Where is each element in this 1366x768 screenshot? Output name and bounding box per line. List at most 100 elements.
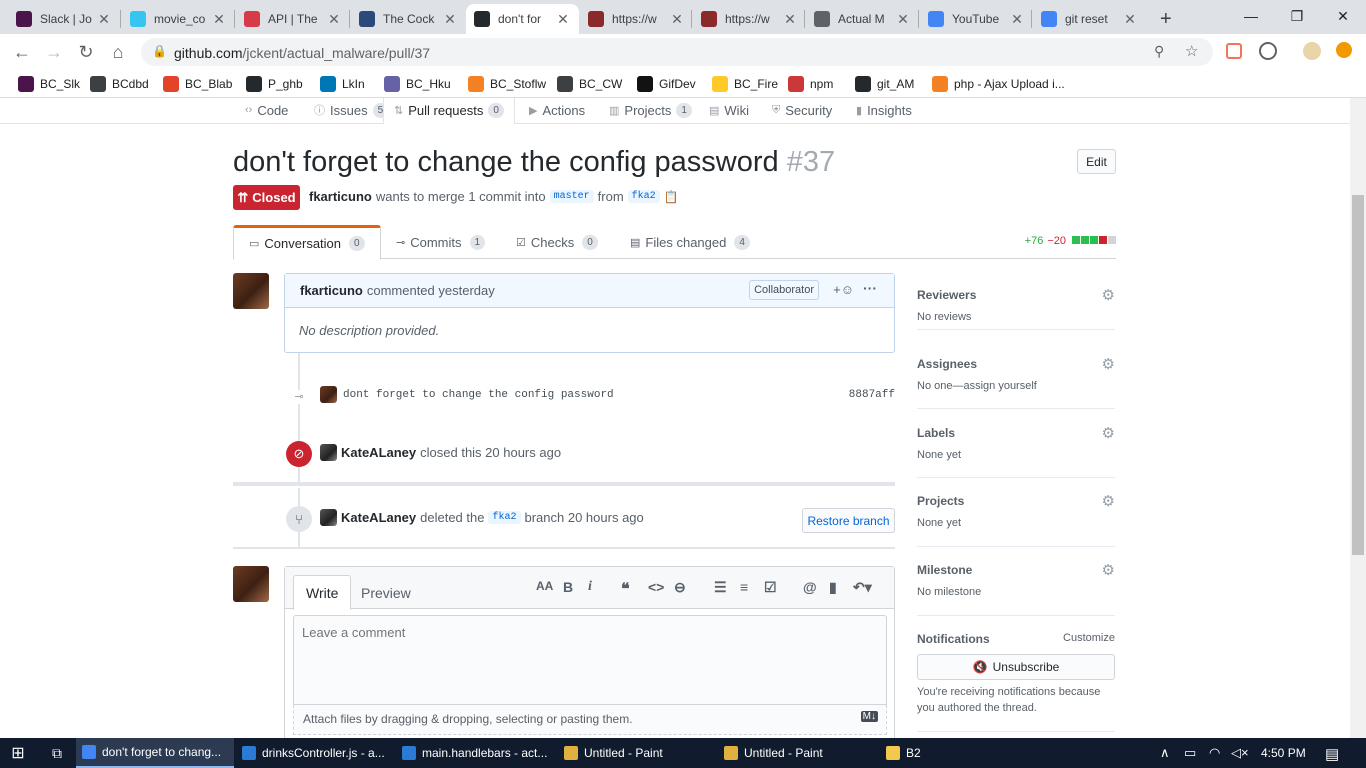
- close-tab-icon[interactable]: ✕: [782, 11, 798, 28]
- bookmark-item[interactable]: BCdbd: [90, 76, 149, 92]
- projects-heading[interactable]: Projects: [917, 494, 964, 508]
- task-list-icon[interactable]: ☑: [764, 579, 777, 596]
- bookmark-item[interactable]: BC_Hku: [384, 76, 451, 92]
- bookmark-item[interactable]: php - Ajax Upload i...: [932, 76, 1065, 92]
- avatar[interactable]: [233, 566, 269, 602]
- tab-8[interactable]: YouTube ✕: [920, 4, 1033, 34]
- bookmark-item[interactable]: GifDev: [637, 76, 696, 92]
- reload-button[interactable]: ↻: [73, 39, 99, 65]
- gear-icon[interactable]: ⚙: [1102, 286, 1115, 304]
- bookmark-item[interactable]: BC_CW: [557, 76, 622, 92]
- pr-tab[interactable]: ⊸ Commits 1: [396, 235, 486, 250]
- bookmark-item[interactable]: BC_Fire: [712, 76, 778, 92]
- tray-chevron-icon[interactable]: ∧: [1160, 745, 1170, 761]
- close-tab-icon[interactable]: ✕: [326, 11, 342, 28]
- repo-nav-item[interactable]: ▥ Projects 1: [609, 100, 692, 120]
- head-branch[interactable]: fka2: [627, 190, 660, 203]
- notifications-icon[interactable]: ▤: [1325, 745, 1339, 763]
- windows-start-icon[interactable]: ⊞: [0, 738, 36, 768]
- pr-tab[interactable]: ▤ Files changed 4: [630, 235, 750, 250]
- taskbar-item[interactable]: Untitled - Paint: [558, 738, 718, 768]
- page-scrollbar[interactable]: [1350, 98, 1366, 738]
- heading-icon[interactable]: AA: [536, 579, 553, 593]
- update-icon[interactable]: [1336, 42, 1352, 58]
- unsubscribe-button[interactable]: 🔇 Unsubscribe: [917, 654, 1115, 680]
- extension-icon-2[interactable]: [1259, 42, 1277, 60]
- taskbar-item[interactable]: main.handlebars - act...: [396, 738, 556, 768]
- tab-9[interactable]: git reset ✕: [1033, 4, 1146, 34]
- gear-icon[interactable]: ⚙: [1102, 424, 1115, 442]
- milestone-heading[interactable]: Milestone: [917, 563, 972, 577]
- more-options-icon[interactable]: ···: [863, 280, 877, 296]
- commit-message[interactable]: dont forget to change the config passwor…: [343, 389, 614, 401]
- close-tab-icon[interactable]: ✕: [442, 11, 458, 28]
- bookmark-item[interactable]: BC_Slk: [18, 76, 80, 92]
- minimize-button[interactable]: —: [1228, 0, 1274, 32]
- gear-icon[interactable]: ⚙: [1102, 561, 1115, 579]
- close-window-button[interactable]: ✕: [1320, 0, 1366, 32]
- new-tab-button[interactable]: +: [1152, 4, 1180, 34]
- markdown-icon[interactable]: M↓: [860, 711, 878, 722]
- customize-link[interactable]: Customize: [1063, 632, 1115, 644]
- close-tab-icon[interactable]: ✕: [211, 11, 227, 28]
- repo-nav-item[interactable]: ▮ Insights: [856, 100, 912, 120]
- profile-avatar[interactable]: [1303, 42, 1321, 60]
- volume-icon[interactable]: ◁×: [1231, 745, 1249, 761]
- battery-icon[interactable]: ▭: [1184, 745, 1196, 761]
- close-tab-icon[interactable]: ✕: [1009, 11, 1025, 28]
- bookmark-item[interactable]: LkIn: [320, 76, 365, 92]
- comment-time[interactable]: commented yesterday: [367, 283, 495, 298]
- clipboard-icon[interactable]: 📋: [664, 190, 679, 204]
- assignees-heading[interactable]: Assignees: [917, 357, 977, 371]
- tab-preview[interactable]: Preview: [349, 575, 423, 610]
- back-button[interactable]: ←: [9, 39, 35, 65]
- attach-files-area[interactable]: Attach files by dragging & dropping, sel…: [293, 705, 887, 735]
- restore-button[interactable]: ❐: [1274, 0, 1320, 32]
- tab-0[interactable]: Slack | Jo ✕: [8, 4, 120, 34]
- quote-icon[interactable]: ❝: [621, 579, 630, 599]
- repo-nav-item[interactable]: ▶ Actions: [529, 100, 585, 120]
- bookmark-item[interactable]: npm: [788, 76, 833, 92]
- pr-tab[interactable]: ▭ Conversation 0: [233, 225, 381, 260]
- restore-branch-button[interactable]: Restore branch: [802, 508, 895, 533]
- bookmark-item[interactable]: P_ghb: [246, 76, 303, 92]
- tab-7[interactable]: Actual M ✕: [806, 4, 919, 34]
- close-tab-icon[interactable]: ✕: [895, 11, 911, 28]
- closed-actor[interactable]: KateALaney: [341, 445, 416, 460]
- mention-icon[interactable]: @: [803, 579, 817, 595]
- home-button[interactable]: ⌂: [105, 39, 131, 65]
- tab-1[interactable]: movie_co ✕: [122, 4, 235, 34]
- tab-write[interactable]: Write: [293, 575, 352, 610]
- tab-3[interactable]: The Cock ✕: [351, 4, 466, 34]
- emoji-reaction-icon[interactable]: +☺: [833, 282, 854, 297]
- taskbar-item[interactable]: B2: [880, 738, 1030, 768]
- star-icon[interactable]: ☆: [1185, 42, 1198, 60]
- pr-author-link[interactable]: fkarticuno: [309, 189, 372, 204]
- labels-heading[interactable]: Labels: [917, 426, 955, 440]
- taskbar-item[interactable]: drinksController.js - a...: [236, 738, 396, 768]
- avatar[interactable]: [233, 273, 269, 309]
- gear-icon[interactable]: ⚙: [1102, 355, 1115, 373]
- gear-icon[interactable]: ⚙: [1102, 492, 1115, 510]
- avatar[interactable]: [320, 444, 337, 461]
- pr-tab[interactable]: ☑ Checks 0: [516, 235, 598, 250]
- close-tab-icon[interactable]: ✕: [1122, 11, 1138, 28]
- tab-6[interactable]: https://w ✕: [693, 4, 806, 34]
- wifi-icon[interactable]: ◠: [1209, 745, 1220, 761]
- repo-nav-item[interactable]: ⛨ Security: [772, 100, 832, 120]
- repo-nav-item[interactable]: ‹› Code: [245, 100, 288, 120]
- base-branch[interactable]: master: [549, 190, 594, 203]
- code-icon[interactable]: <>: [648, 579, 664, 595]
- comment-textarea[interactable]: [293, 615, 887, 705]
- tab-2[interactable]: API | The ✕: [236, 4, 350, 34]
- close-tab-icon[interactable]: ✕: [96, 11, 112, 28]
- extension-icon[interactable]: [1226, 43, 1242, 59]
- bookmark-icon[interactable]: ▮: [829, 579, 837, 596]
- bullet-list-icon[interactable]: ☰: [714, 579, 727, 596]
- repo-nav-item[interactable]: ▤ Wiki: [709, 100, 749, 120]
- tab-5[interactable]: https://w ✕: [580, 4, 693, 34]
- bookmark-item[interactable]: BC_Blab: [163, 76, 232, 92]
- repo-nav-item[interactable]: ⓘ Issues 5: [314, 100, 389, 120]
- italic-icon[interactable]: i: [588, 579, 592, 595]
- zoom-icon[interactable]: ⚲: [1154, 43, 1164, 60]
